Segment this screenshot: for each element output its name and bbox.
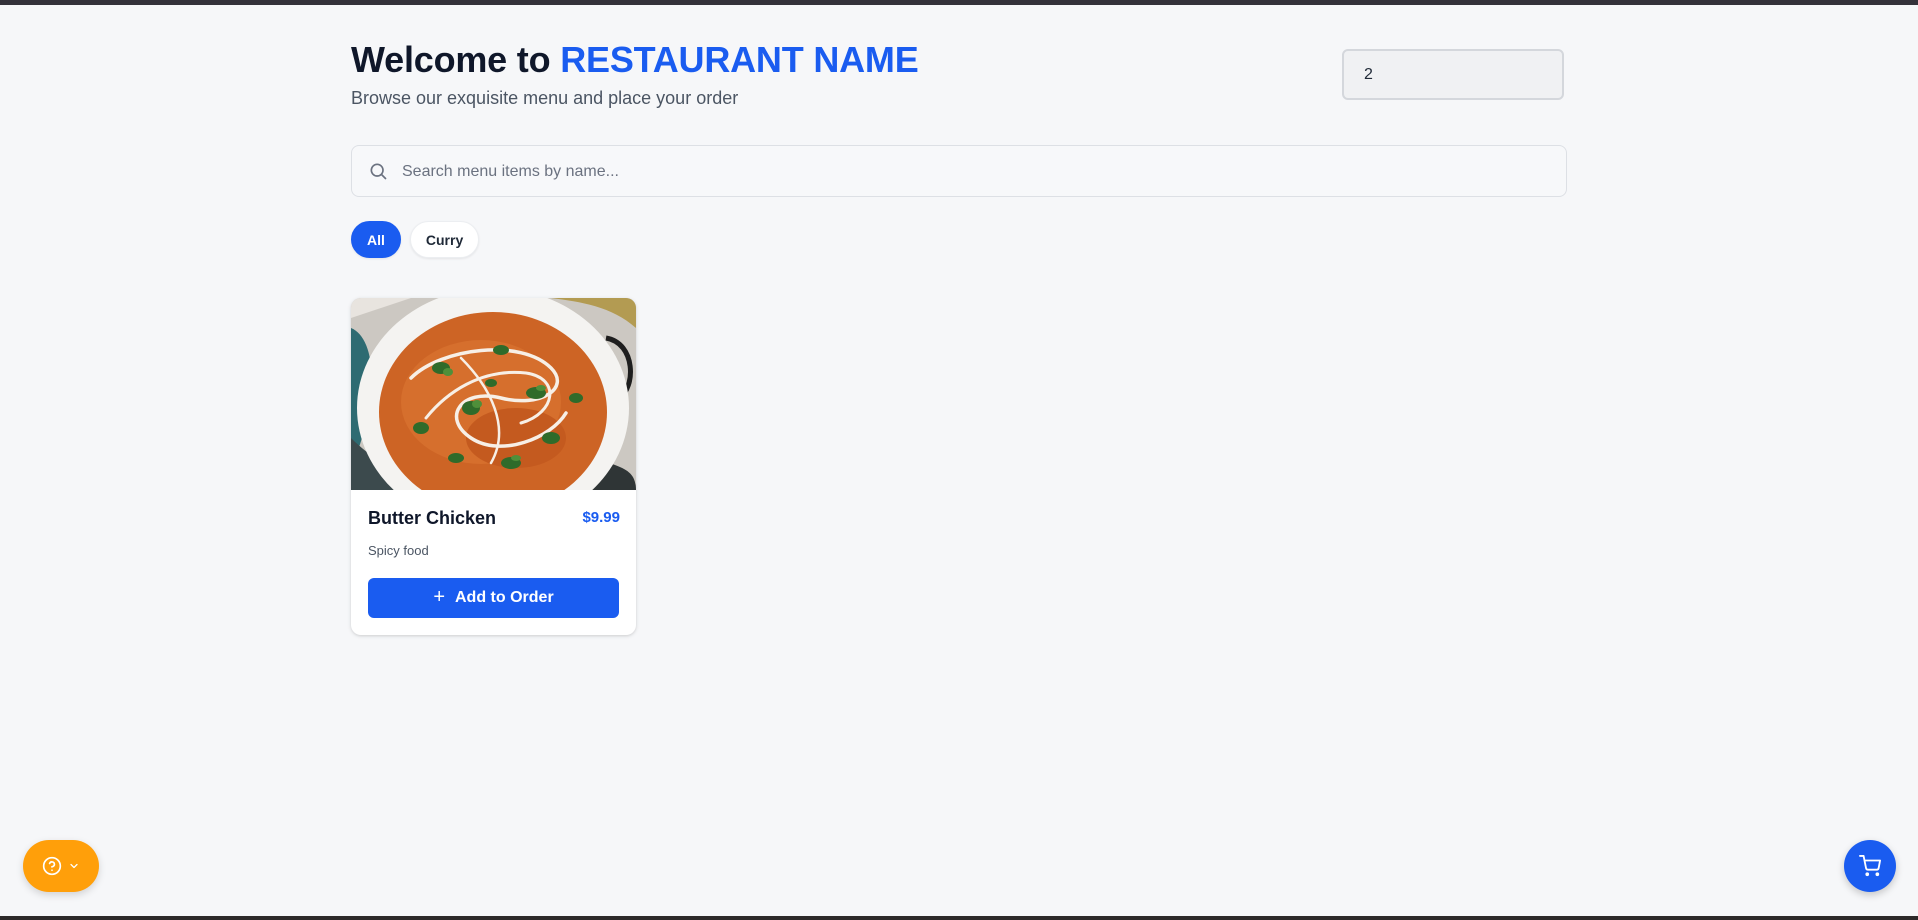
food-image [351,298,636,490]
add-to-order-label: Add to Order [455,589,554,606]
help-button[interactable] [23,840,99,892]
chevron-down-icon [70,863,78,869]
category-filters: All Curry [351,221,480,258]
restaurant-name: RESTAURANT NAME [560,39,919,80]
menu-item-price: $9.99 [582,509,620,526]
top-border [0,0,1918,5]
help-circle-icon [42,856,62,876]
table-number-input[interactable] [1342,49,1564,100]
menu-item-name: Butter Chicken [368,508,497,528]
menu-item-card: Butter Chicken $9.99 Spicy food + Add to… [351,298,636,635]
cart-button[interactable] [1844,840,1896,892]
plus-icon: + [433,586,445,608]
filter-chip-curry[interactable]: Curry [409,221,480,258]
add-to-order-button[interactable]: + Add to Order [368,578,619,618]
search-input[interactable] [400,146,1554,197]
bottom-border [0,916,1918,920]
search-icon [370,163,387,180]
search-bar [351,145,1567,197]
title-prefix: Welcome to [351,39,551,80]
filter-chip-all[interactable]: All [351,221,401,258]
cart-icon [1859,855,1881,877]
menu-item-description: Spicy food [368,543,429,558]
